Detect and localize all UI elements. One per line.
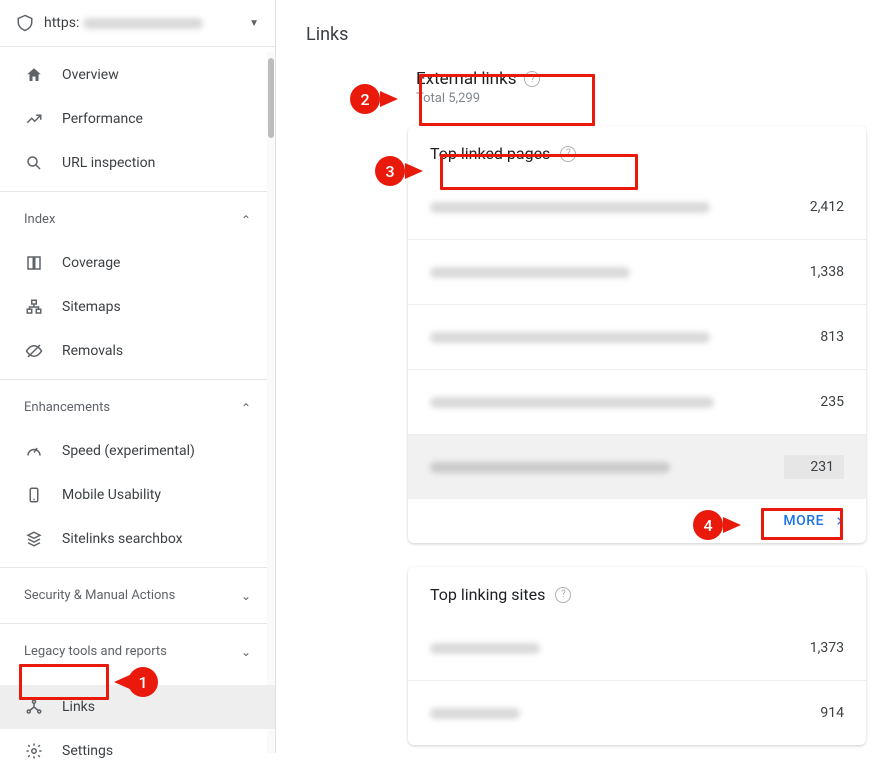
home-icon [24, 65, 44, 85]
nav-speed-label: Speed (experimental) [62, 443, 251, 459]
table-row[interactable]: 914 [408, 681, 866, 745]
count-cell: 2,412 [784, 199, 844, 215]
table-row[interactable]: 231 [408, 435, 866, 499]
nav-performance[interactable]: Performance [0, 97, 275, 141]
count-cell: 1,373 [784, 640, 844, 656]
count-cell: 1,338 [784, 264, 844, 280]
url-cell [430, 193, 784, 221]
help-icon[interactable]: ? [555, 587, 571, 603]
nav-overview[interactable]: Overview [0, 53, 275, 97]
dropdown-caret-icon: ▼ [249, 18, 259, 29]
url-cell [430, 258, 784, 286]
nav-sitemaps[interactable]: Sitemaps [0, 285, 275, 329]
count-cell: 231 [784, 455, 844, 479]
table-row[interactable]: 2,412 [408, 175, 866, 240]
nav-settings-label: Settings [62, 743, 251, 759]
nav-sitelinks-label: Sitelinks searchbox [62, 531, 251, 547]
table-row[interactable]: 1,338 [408, 240, 866, 305]
url-cell [430, 634, 784, 662]
main-content: Links External links ? Total 5,299 Top l… [276, 0, 880, 753]
url-cell [430, 453, 784, 481]
section-index-header[interactable]: Index ⌃ [0, 198, 275, 241]
nav-coverage[interactable]: Coverage [0, 241, 275, 285]
more-button-label: MORE [783, 513, 824, 529]
nav-coverage-label: Coverage [62, 255, 251, 271]
nav-sitemaps-label: Sitemaps [62, 299, 251, 315]
sitemaps-icon [24, 297, 44, 317]
count-cell: 914 [784, 705, 844, 721]
help-icon[interactable]: ? [560, 146, 576, 162]
top-linking-sites-title: Top linking sites [430, 585, 545, 604]
section-enhancements-header[interactable]: Enhancements ⌃ [0, 386, 275, 429]
nav-removals-label: Removals [62, 343, 251, 359]
more-row[interactable]: MORE [408, 499, 866, 543]
nav-speed[interactable]: Speed (experimental) [0, 429, 275, 473]
nav-sitelinks[interactable]: Sitelinks searchbox [0, 517, 275, 561]
nav-links[interactable]: Links [0, 685, 275, 729]
url-cell [430, 323, 784, 351]
removals-icon [24, 341, 44, 361]
external-links-header: External links ? Total 5,299 [408, 63, 866, 112]
property-text: https: [44, 15, 239, 31]
performance-icon [24, 109, 44, 129]
nav-overview-label: Overview [62, 67, 251, 83]
nav-mobile-usability[interactable]: Mobile Usability [0, 473, 275, 517]
table-row[interactable]: 235 [408, 370, 866, 435]
property-selector[interactable]: https: ▼ [0, 0, 275, 47]
top-linked-pages-title: Top linked pages [430, 144, 550, 163]
top-linking-sites-card: Top linking sites ? 1,373 914 [408, 567, 866, 745]
nav-url-inspection-label: URL inspection [62, 155, 251, 171]
property-prefix: https: [44, 15, 79, 31]
chevron-down-icon: ⌄ [241, 589, 251, 603]
sitelinks-icon [24, 529, 44, 549]
sidebar: https: ▼ Overview Performance [0, 0, 276, 753]
nav-mobile-usability-label: Mobile Usability [62, 487, 251, 503]
count-cell: 813 [784, 329, 844, 345]
search-icon [24, 153, 44, 173]
links-icon [24, 697, 44, 717]
url-cell [430, 699, 784, 727]
nav-performance-label: Performance [62, 111, 251, 127]
external-links-total: Total 5,299 [416, 91, 858, 106]
nav-settings[interactable]: Settings [0, 729, 275, 773]
section-legacy-label: Legacy tools and reports [24, 644, 167, 659]
table-row[interactable]: 813 [408, 305, 866, 370]
mobile-icon [24, 485, 44, 505]
chevron-up-icon: ⌃ [241, 401, 251, 415]
section-legacy-header[interactable]: Legacy tools and reports ⌄ [0, 630, 275, 673]
speed-icon [24, 441, 44, 461]
page-title: Links [276, 0, 880, 53]
section-security-header[interactable]: Security & Manual Actions ⌄ [0, 574, 275, 617]
chevron-right-icon [834, 516, 844, 526]
property-domain-redacted [83, 18, 203, 29]
gear-icon [24, 741, 44, 761]
section-index-label: Index [24, 212, 55, 227]
coverage-icon [24, 253, 44, 273]
property-icon [16, 14, 34, 32]
table-row[interactable]: 1,373 [408, 616, 866, 681]
section-enhancements-label: Enhancements [24, 400, 110, 415]
nav-links-label: Links [62, 699, 251, 715]
nav-url-inspection[interactable]: URL inspection [0, 141, 275, 185]
section-security-label: Security & Manual Actions [24, 588, 175, 603]
top-linked-pages-card: Top linked pages ? 2,412 1,338 813 [408, 126, 866, 543]
url-cell [430, 388, 784, 416]
chevron-up-icon: ⌃ [241, 213, 251, 227]
chevron-down-icon: ⌄ [241, 645, 251, 659]
nav-removals[interactable]: Removals [0, 329, 275, 373]
help-icon[interactable]: ? [524, 71, 540, 87]
count-cell: 235 [784, 394, 844, 410]
external-links-title: External links [416, 69, 516, 89]
